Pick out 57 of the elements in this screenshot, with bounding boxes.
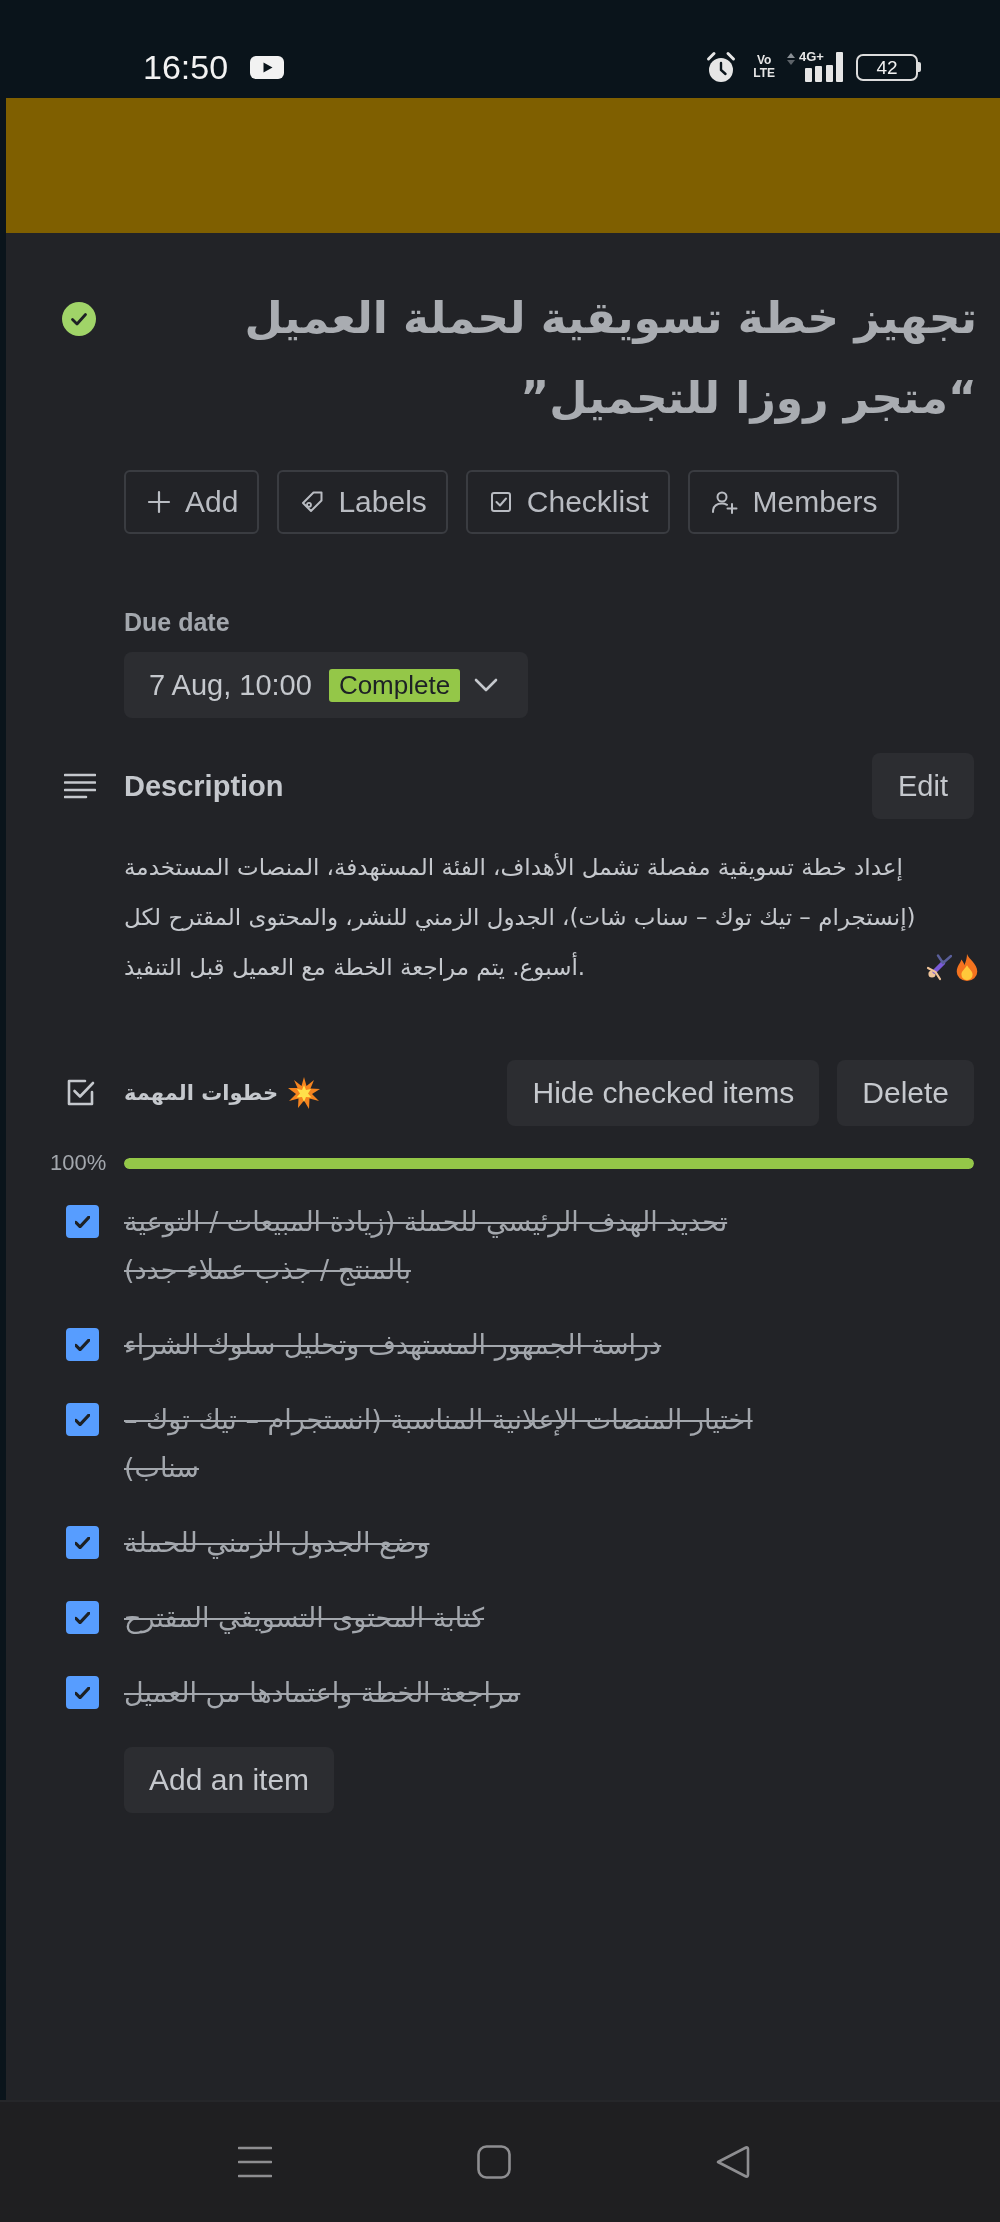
checkbox[interactable] [66, 1601, 99, 1634]
battery-indicator: 42 [856, 53, 918, 81]
checkbox[interactable] [66, 1676, 99, 1709]
checkbox[interactable] [66, 1328, 99, 1361]
checklist-title: خطوات المهمة [124, 1081, 279, 1105]
status-time: 16:50 [143, 47, 229, 87]
delete-button[interactable]: Delete [837, 1060, 974, 1126]
checklist-item-text[interactable]: مراجعة الخطة واعتمادها من العميل [124, 1669, 521, 1717]
tag-icon [300, 490, 325, 514]
checkbox[interactable] [66, 1403, 99, 1436]
menu-icon[interactable] [238, 2145, 272, 2179]
volte-indicator: Vo LTE [753, 54, 775, 80]
checkbox[interactable] [66, 1526, 99, 1559]
checkmark-icon [75, 1611, 90, 1624]
checklist-item-text[interactable]: تحديد الهدف الرئيسي للحملة (زيادة المبيعات / التوعية بالمنتج / جذب عملاء جدد) [124, 1198, 764, 1294]
burst-icon [288, 1077, 321, 1109]
progress-percent: 100% [50, 1150, 108, 1176]
edit-button[interactable]: Edit [872, 753, 974, 819]
checkmark-icon [75, 1215, 90, 1228]
checklist-icon [66, 1078, 96, 1108]
checkmark-icon [75, 1686, 90, 1699]
description-heading: Description [124, 769, 284, 803]
network-type: 4G+ [799, 50, 824, 63]
checkbox[interactable] [66, 1205, 99, 1238]
action-button[interactable]: Members [687, 470, 899, 534]
hide-checked-button[interactable]: Hide checked items [507, 1060, 820, 1126]
card-title: تجهيز خطة تسويقية لحملة العميل “متجر روزا للتجميل” [243, 291, 977, 426]
action-button[interactable]: Checklist [465, 470, 670, 534]
due-date-button[interactable]: 7 Aug, 10:00 Complete [124, 652, 529, 718]
cartwheel-figure-icon [926, 953, 952, 981]
plus-icon [147, 490, 171, 514]
check-circle-icon[interactable] [62, 302, 96, 336]
battery-tip-icon [918, 62, 921, 72]
back-icon[interactable] [716, 2145, 750, 2179]
home-square-icon[interactable] [477, 2145, 511, 2179]
play-button-icon [250, 55, 285, 79]
flame-icon [954, 953, 980, 981]
checklist-item-text[interactable]: اختيار المنصات الإعلانية المناسبة (انستجرام – تيك توك – سناب) [124, 1396, 764, 1492]
checkmark-icon [75, 1413, 90, 1426]
checkmark-icon [75, 1536, 90, 1549]
person-plus-icon [710, 490, 739, 514]
checkmark-icon [75, 1338, 90, 1351]
due-date-value: 7 Aug, 10:00 [149, 668, 312, 702]
checkbox-icon [488, 490, 513, 514]
description-text: إعداد خطة تسويقية مفصلة تشمل الأهداف، الفئة المستهدفة، المنصات المستخدمة (إنستجرام – تيك توك – سناب شات)، الجدول الزمني للنشر، والمحتوى المقترح لكل أسبوع. يتم مراجعة الخطة مع العميل قبل التنفيذ. [124, 852, 917, 983]
checklist-item-text[interactable]: كتابة المحتوى التسويقي المقترح [124, 1594, 485, 1642]
status-badge: Complete [328, 668, 461, 702]
add-item-button[interactable]: Add an item [124, 1747, 335, 1813]
data-arrows-icon [786, 53, 796, 65]
due-date-label: Due date [124, 607, 230, 637]
action-button[interactable]: Add [124, 470, 260, 534]
alarm-clock-icon [706, 51, 737, 83]
checklist-item-text[interactable]: وضع الجدول الزمني للحملة [124, 1519, 430, 1567]
checklist-item-text[interactable]: دراسة الجمهور المستهدف وتحليل سلوك الشراء [124, 1321, 662, 1369]
chevron-down-icon [474, 677, 499, 693]
text-lines-icon [64, 773, 96, 799]
action-button[interactable]: Labels [277, 470, 448, 534]
